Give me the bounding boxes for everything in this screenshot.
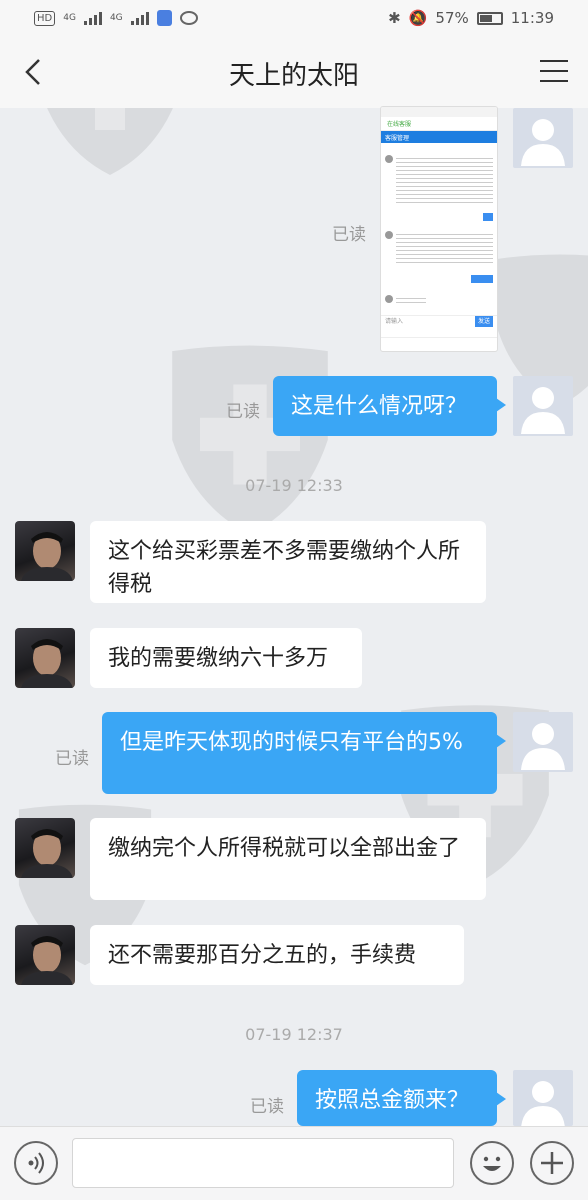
read-receipt: 已读 [250,1097,284,1117]
image-message[interactable]: 在线客服 客服管理 请输入 发送 [380,106,498,352]
hd-indicator: HD [34,10,56,26]
contact-avatar[interactable] [15,818,75,878]
status-bar: HD 4G 4G ✱ 🔕 57% 11:39 [0,0,588,36]
plus-icon [541,1152,563,1174]
emoji-icon [483,1156,501,1171]
signal-icon [130,11,149,25]
message-bubble[interactable]: 这是什么情况呀？ [273,376,506,436]
my-avatar[interactable] [513,108,573,168]
contact-avatar[interactable] [15,628,75,688]
menu-icon[interactable] [540,60,568,84]
network-type-2: 4G [109,13,123,23]
chat-title: 天上的太阳 [228,61,359,91]
bluetooth-icon: ✱ [388,9,401,27]
watermark-shield [172,345,328,535]
battery-icon [476,11,503,25]
my-avatar[interactable] [513,376,573,436]
signal-icon [83,11,102,25]
input-bar [0,1126,588,1200]
message-input[interactable] [72,1138,454,1188]
message-bubble[interactable]: 按照总金额来？ [297,1070,506,1126]
read-receipt: 已读 [55,749,89,769]
assistant-icon [156,10,172,26]
emoji-button[interactable] [470,1141,514,1185]
message-bubble[interactable]: 但是昨天体现的时候只有平台的5% [102,712,506,794]
my-avatar[interactable] [513,1070,573,1126]
timestamp: 07-19 12:37 [245,1025,343,1044]
read-receipt: 已读 [226,402,260,422]
clock: 11:39 [510,9,554,27]
chat-header: 天上的太阳 [0,36,588,108]
battery-percent: 57% [435,9,469,27]
shot-input-placeholder: 请输入 [385,318,404,325]
voice-icon [28,1152,44,1174]
mute-icon: 🔕 [408,9,428,27]
wechat-icon [179,11,198,25]
contact-avatar[interactable] [15,925,75,985]
contact-avatar[interactable] [15,521,75,581]
message-bubble[interactable]: 还不需要那百分之五的，手续费 [90,925,464,985]
read-receipt: 已读 [332,225,366,245]
message-bubble[interactable]: 我的需要缴纳六十多万 [90,628,362,688]
my-avatar[interactable] [513,712,573,772]
message-bubble[interactable]: 缴纳完个人所得税就可以全部出金了 [90,818,486,900]
message-bubble[interactable]: 这个给买彩票差不多需要缴纳个人所得税 [90,521,486,603]
timestamp: 07-19 12:33 [245,476,343,495]
voice-button[interactable] [14,1141,58,1185]
shot-header: 客服管理 [381,131,497,143]
plus-button[interactable] [530,1141,574,1185]
shot-tab: 在线客服 [381,117,497,131]
shot-send-button: 发送 [474,316,493,327]
network-type: 4G [63,13,76,23]
